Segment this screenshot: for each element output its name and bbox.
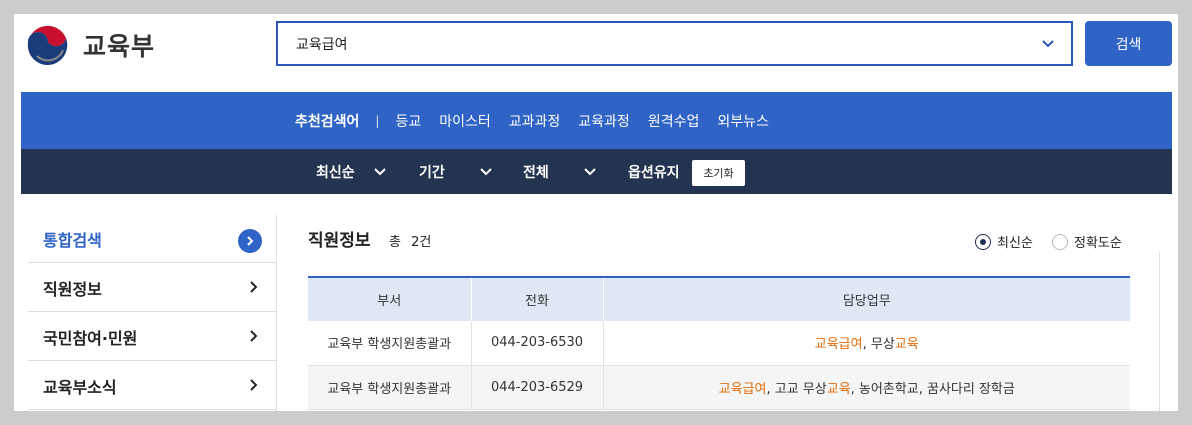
logo-text: 교육부 xyxy=(83,32,156,61)
radio-unchecked-icon xyxy=(1052,233,1068,250)
staff-results-table: 부서 전화 담당업무 교육부 학생지원총괄과 044-203-6530 교육급여, … xyxy=(308,276,1130,410)
cell-dept: 교육부 학생지원총괄과 xyxy=(308,365,472,410)
site-header: 교육부 검색 xyxy=(14,14,1178,92)
keep-options-label: 옵션유지 xyxy=(628,164,680,181)
chevron-down-icon xyxy=(480,167,492,175)
sidebar-item-staff-info[interactable]: 직원정보 xyxy=(28,264,276,312)
sidebar-item-label: 교육부소식 xyxy=(43,377,117,397)
sidebar-item-label: 직원정보 xyxy=(43,279,102,299)
sidebar-item-ministry-news[interactable]: 교육부소식 xyxy=(28,362,276,410)
cell-phone: 044-203-6530 xyxy=(471,321,604,366)
sort-accuracy-radio[interactable]: 정확도순 xyxy=(1052,232,1122,251)
sidebar: 통합검색 직원정보 국민참여·민원 교육부소식 xyxy=(28,215,277,411)
table-header-row: 부서 전화 담당업무 xyxy=(308,276,1130,321)
keyword-link[interactable]: 등교 xyxy=(395,111,421,131)
section-title: 직원정보 xyxy=(308,231,371,251)
total-count: 2건 xyxy=(411,235,432,250)
cell-phone: 044-203-6529 xyxy=(471,365,604,410)
chevron-right-circle-icon xyxy=(238,229,262,253)
search-input[interactable] xyxy=(296,32,1016,56)
chevron-down-icon xyxy=(584,167,596,175)
keyword-highlight: 교육급여 xyxy=(718,381,767,397)
keyword-highlight: 교육 xyxy=(826,381,851,397)
period-dropdown[interactable]: 기간 xyxy=(419,149,493,194)
chevron-right-icon xyxy=(250,281,258,293)
table-row: 교육부 학생지원총괄과 044-203-6529 교육급여, 고교 무상교육, 농어… xyxy=(308,365,1130,410)
table-row: 교육부 학생지원총괄과 044-203-6530 교육급여, 무상교육 xyxy=(308,321,1130,366)
sidebar-item-public-participation[interactable]: 국민참여·민원 xyxy=(28,313,276,361)
keyword-link[interactable]: 원격수업 xyxy=(648,111,700,131)
period-label: 기간 xyxy=(419,164,445,181)
duty-text: , 무상 xyxy=(862,337,895,353)
chevron-down-icon xyxy=(373,167,386,175)
search-box xyxy=(276,21,1073,66)
radio-checked-icon xyxy=(975,233,991,250)
result-count: 총 2건 xyxy=(389,231,431,250)
column-header-phone: 전화 xyxy=(471,276,604,321)
logo[interactable]: 교육부 xyxy=(23,20,155,70)
reset-button[interactable]: 초기화 xyxy=(692,160,745,186)
page-frame: 교육부 검색 추천검색어 | 등교 마이스터 교과과정 교육과정 원격수업 외부… xyxy=(14,14,1178,411)
radio-label: 최신순 xyxy=(997,236,1033,251)
duty-text: , 농어촌학교, 꿈사다리 장학금 xyxy=(850,381,1015,397)
scope-label: 전체 xyxy=(523,164,549,181)
keyword-link[interactable]: 교과과정 xyxy=(509,111,561,131)
column-header-duty: 담당업무 xyxy=(603,276,1130,321)
keyword-link[interactable]: 마이스터 xyxy=(439,111,491,131)
keyword-highlight: 교육 xyxy=(894,337,919,353)
duty-text: , 고교 무상 xyxy=(766,381,827,397)
taegeuk-emblem-icon xyxy=(26,23,70,67)
sidebar-item-integrated-search[interactable]: 통합검색 xyxy=(28,215,276,263)
sidebar-item-label: 통합검색 xyxy=(43,230,102,250)
chevron-down-icon[interactable] xyxy=(1039,35,1057,53)
search-button[interactable]: 검색 xyxy=(1085,21,1172,66)
sidebar-item-label: 국민참여·민원 xyxy=(43,328,138,348)
chevron-right-icon xyxy=(250,330,258,342)
keyword-highlight: 교육급여 xyxy=(814,337,863,353)
cell-duty: 교육급여, 무상교육 xyxy=(603,321,1130,366)
chevron-right-icon xyxy=(250,379,258,391)
radio-label: 정확도순 xyxy=(1074,236,1122,251)
keep-options-toggle[interactable]: 옵션유지 xyxy=(628,149,680,194)
sort-dropdown[interactable]: 최신순 xyxy=(316,149,387,194)
cell-dept: 교육부 학생지원총괄과 xyxy=(308,321,472,366)
total-label: 총 xyxy=(389,235,401,250)
keyword-link[interactable]: 교육과정 xyxy=(578,111,630,131)
scrollbar-track[interactable] xyxy=(1159,252,1160,411)
recommended-keywords-bar: 추천검색어 | 등교 마이스터 교과과정 교육과정 원격수업 외부뉴스 xyxy=(21,92,1172,149)
column-header-dept: 부서 xyxy=(308,276,472,321)
cell-duty: 교육급여, 고교 무상교육, 농어촌학교, 꿈사다리 장학금 xyxy=(603,365,1130,410)
keyword-link[interactable]: 외부뉴스 xyxy=(717,111,769,131)
sort-latest-radio[interactable]: 최신순 xyxy=(975,232,1033,251)
recommended-title: 추천검색어 xyxy=(295,113,360,130)
scope-dropdown[interactable]: 전체 xyxy=(523,149,597,194)
sort-label: 최신순 xyxy=(316,164,355,181)
search-options-bar: 최신순 기간 전체 옵션유지 초기화 xyxy=(21,149,1172,194)
recommended-separator: | xyxy=(375,113,380,128)
